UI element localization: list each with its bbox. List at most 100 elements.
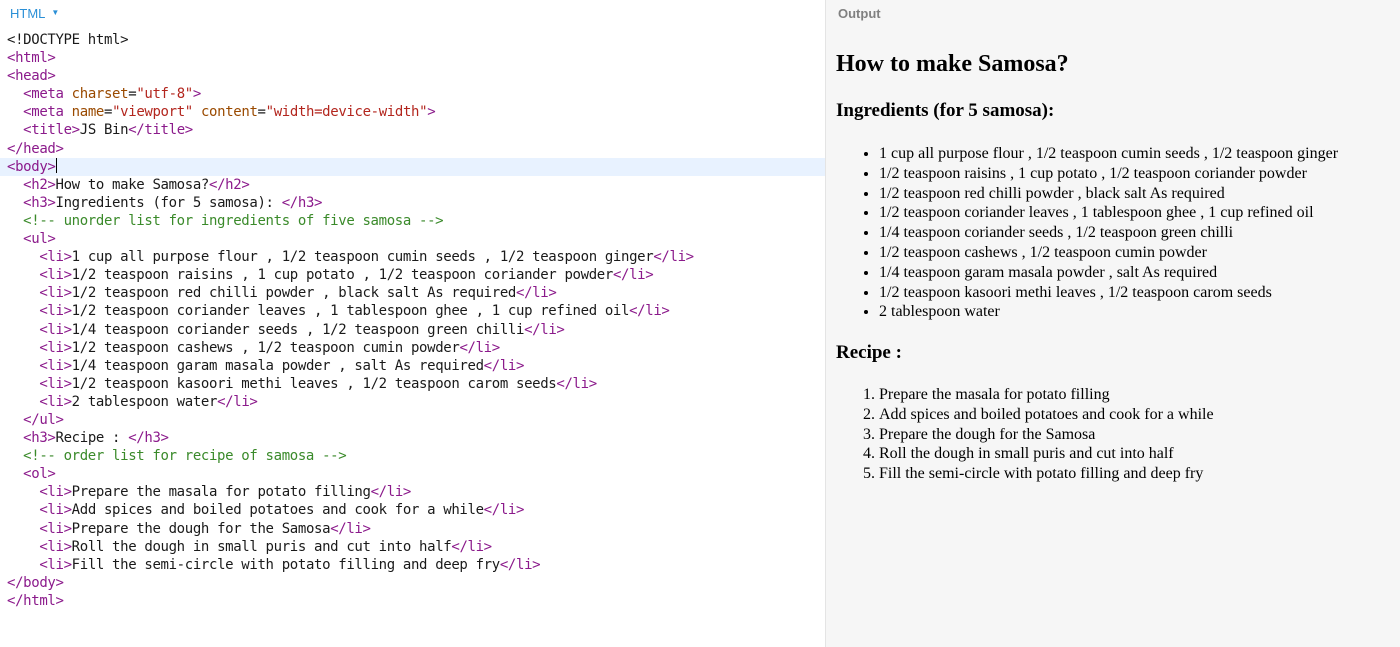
code-token-tag: </li>	[629, 303, 670, 320]
recipe-step: Fill the semi-circle with potato filling…	[879, 464, 1214, 484]
output-panel: Output How to make Samosa? Ingredients (…	[825, 0, 1400, 647]
ingredient-item: 2 tablespoon water	[879, 302, 1338, 322]
html-editor-panel: HTML ▼ <!DOCTYPE html> <html> <head> <meta…	[0, 0, 825, 647]
code-line[interactable]: <li>1/2 teaspoon cashews , 1/2 teaspoon …	[0, 339, 825, 357]
code-line[interactable]: <li>Prepare the masala for potato fillin…	[0, 483, 825, 501]
code-token-tag: </li>	[499, 556, 541, 573]
code-token-comment: <!-- unorder list for ingredients of fiv…	[23, 212, 444, 229]
code-line[interactable]: <!DOCTYPE html>	[0, 31, 825, 49]
recipe-list: Prepare the masala for potato fillingAdd…	[836, 385, 1214, 484]
code-line[interactable]: <!-- order list for recipe of samosa -->	[0, 447, 825, 465]
code-token-str: "utf-8"	[136, 86, 193, 103]
code-line[interactable]: <body>	[0, 157, 825, 176]
code-token-tag: </li>	[217, 393, 258, 410]
code-line[interactable]: <li>Prepare the dough for the Samosa</li…	[0, 520, 825, 538]
code-token-text: Roll the dough in small puris and cut in…	[71, 538, 452, 555]
code-token-tag: </li>	[556, 375, 597, 392]
code-token-tag: </h2>	[209, 176, 250, 193]
code-line[interactable]: <li>Roll the dough in small puris and cu…	[0, 538, 825, 556]
code-token-text: Prepare the dough for the Samosa	[71, 520, 331, 537]
code-token-tag: <li>	[39, 520, 72, 537]
code-editor[interactable]: <!DOCTYPE html> <html> <head> <meta charse…	[0, 31, 825, 610]
ingredient-item: 1/2 teaspoon cashews , 1/2 teaspoon cumi…	[879, 243, 1338, 263]
code-token-tag: <li>	[39, 357, 72, 374]
ingredient-item: 1/2 teaspoon raisins , 1 cup potato , 1/…	[879, 164, 1338, 184]
code-line[interactable]: <li>1/4 teaspoon coriander seeds , 1/2 t…	[0, 321, 825, 339]
code-line[interactable]: </head>	[0, 140, 825, 158]
code-token-text: <!DOCTYPE html>	[7, 32, 129, 48]
code-token-text: =	[103, 104, 113, 121]
html-panel-dropdown[interactable]: HTML ▼	[10, 6, 59, 21]
code-line[interactable]: <h2>How to make Samosa?</h2>	[0, 176, 825, 194]
code-token-text: 1/2 teaspoon coriander leaves , 1 tables…	[71, 303, 630, 320]
code-token-tag: </html>	[7, 592, 64, 609]
code-line[interactable]: <li>1 cup all purpose flour , 1/2 teaspo…	[0, 248, 825, 266]
code-line[interactable]: <meta charset="utf-8">	[0, 85, 825, 103]
code-line[interactable]: <html>	[0, 49, 825, 67]
code-line[interactable]: <li>2 tablespoon water</li>	[0, 393, 825, 411]
code-line[interactable]: <li>1/2 teaspoon red chilli powder , bla…	[0, 284, 825, 302]
code-line[interactable]: <h3>Ingredients (for 5 samosa): </h3>	[0, 194, 825, 212]
code-token-tag: <h2>	[23, 176, 56, 193]
code-line[interactable]: <li>Fill the semi-circle with potato fil…	[0, 556, 825, 574]
code-token-tag: <li>	[39, 393, 72, 410]
recipe-step: Roll the dough in small puris and cut in…	[879, 444, 1214, 464]
code-line[interactable]: <li>1/2 teaspoon raisins , 1 cup potato …	[0, 266, 825, 284]
code-token-tag: </li>	[524, 321, 565, 338]
code-token-tag: </body>	[7, 574, 64, 591]
code-line[interactable]: </body>	[0, 574, 825, 592]
code-token-tag: <h3>	[23, 194, 56, 211]
recipe-step: Add spices and boiled potatoes and cook …	[879, 405, 1214, 425]
code-token-tag: <li>	[39, 285, 72, 302]
code-token-tag: <body>	[7, 158, 56, 175]
code-line[interactable]: <ul>	[0, 230, 825, 248]
html-panel-header: HTML ▼	[0, 0, 825, 26]
code-token-tag: <li>	[39, 502, 72, 519]
code-token-text: Prepare the masala for potato filling	[71, 484, 371, 501]
ingredient-item: 1/2 teaspoon kasoori methi leaves , 1/2 …	[879, 283, 1338, 303]
code-token-tag: >	[192, 86, 201, 103]
code-line[interactable]: </html>	[0, 592, 825, 610]
code-line[interactable]: <title>JS Bin</title>	[0, 121, 825, 139]
code-line[interactable]: <li>1/2 teaspoon coriander leaves , 1 ta…	[0, 302, 825, 320]
code-line[interactable]: <h3>Recipe : </h3>	[0, 429, 825, 447]
code-line[interactable]: <li>1/2 teaspoon kasoori methi leaves , …	[0, 375, 825, 393]
code-token-attr: name	[71, 104, 105, 121]
code-token-str: "width=device-width"	[265, 104, 428, 121]
code-token-tag: <title>	[23, 122, 80, 139]
recipe-heading: Recipe :	[836, 342, 902, 363]
code-line[interactable]: <ol>	[0, 465, 825, 483]
code-line[interactable]: <head>	[0, 67, 825, 85]
code-token-tag: </h3>	[281, 194, 323, 211]
code-line[interactable]: <li>Add spices and boiled potatoes and c…	[0, 501, 825, 519]
code-line[interactable]: <!-- unorder list for ingredients of fiv…	[0, 212, 825, 230]
code-token-tag: <li>	[39, 484, 72, 501]
code-line[interactable]: <meta name="viewport" content="width=dev…	[0, 103, 825, 121]
html-panel-label: HTML	[10, 5, 46, 21]
code-token-tag: <ol>	[23, 466, 56, 483]
code-token-text: 1/4 teaspoon garam masala powder , salt …	[71, 357, 484, 374]
code-token-tag: <html>	[7, 50, 56, 67]
code-token-text: JS Bin	[79, 122, 129, 139]
code-token-attr: content	[200, 104, 258, 121]
code-line[interactable]: </ul>	[0, 411, 825, 429]
ingredient-item: 1/4 teaspoon garam masala powder , salt …	[879, 263, 1338, 283]
code-line[interactable]: <li>1/4 teaspoon garam masala powder , s…	[0, 357, 825, 375]
